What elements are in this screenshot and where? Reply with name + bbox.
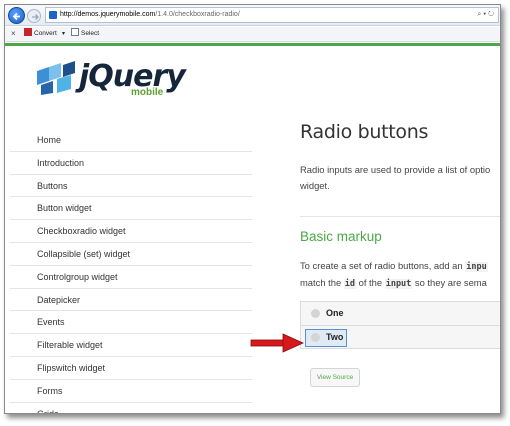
convert-button[interactable]: Convert	[24, 27, 57, 41]
sidebar-item-home[interactable]: Home	[10, 129, 252, 152]
header-accent-bar	[5, 43, 500, 46]
sidebar-item-buttons[interactable]: Buttons	[10, 175, 252, 198]
section-title-basic-markup: Basic markup	[300, 229, 382, 244]
url-host: http://demos.jquerymobile.com	[60, 11, 156, 18]
main-content: Radio buttons Radio inputs are used to p…	[300, 121, 500, 387]
close-toolbar-icon[interactable]: ×	[11, 27, 16, 41]
sidebar-item-grids[interactable]: Grids	[10, 403, 252, 413]
body-line-2-text-b: of the	[356, 277, 385, 288]
red-arrow-annotation-icon	[250, 333, 304, 353]
sidebar-item-button-widget[interactable]: Button widget	[10, 197, 252, 221]
convert-dropdown-icon[interactable]: ▾	[62, 27, 65, 41]
select-button[interactable]: Select	[71, 27, 99, 41]
jquery-mobile-logo[interactable]: jQuery mobile	[35, 59, 186, 99]
intro-paragraph: Radio inputs are used to provide a list …	[300, 162, 500, 194]
radio-option-one[interactable]: One	[301, 302, 500, 325]
select-icon	[71, 28, 79, 36]
site-favicon-icon	[49, 11, 57, 19]
body-line-2-text-a: match the	[300, 277, 344, 288]
url-path: /1.4.0/checkboxradio-radio/	[155, 11, 240, 18]
forward-button[interactable]	[27, 9, 41, 23]
sidebar-item-controlgroup-widget[interactable]: Controlgroup widget	[10, 266, 252, 289]
radio-label-two: Two	[326, 332, 344, 342]
radio-group: One Two	[300, 301, 500, 349]
select-label: Select	[81, 30, 100, 37]
body-line-1: To create a set of radio buttons, add an…	[300, 258, 500, 275]
code-input: input	[384, 279, 413, 289]
radio-label-one: One	[326, 308, 344, 318]
sidebar-nav: Home Introduction Buttons Button widget …	[10, 129, 252, 413]
url-input[interactable]: http://demos.jquerymobile.com/1.4.0/chec…	[45, 7, 499, 23]
sidebar-item-collapsible-widget[interactable]: Collapsible (set) widget	[10, 243, 252, 266]
radio-circle-icon	[311, 309, 320, 318]
sidebar-item-flipswitch-widget[interactable]: Flipswitch widget	[10, 357, 252, 380]
pdf-icon	[24, 28, 32, 36]
convert-label: Convert	[34, 30, 57, 37]
body-line-2-text-c: so they are sema	[412, 277, 487, 288]
basic-markup-paragraph: To create a set of radio buttons, add an…	[300, 258, 500, 292]
sidebar-item-checkboxradio-widget[interactable]: Checkboxradio widget	[10, 220, 252, 243]
radio-option-two[interactable]: Two	[301, 325, 500, 348]
back-arrow-icon	[12, 12, 20, 21]
code-input-tag: inpu	[465, 262, 488, 272]
forward-arrow-icon	[32, 14, 39, 20]
browser-address-bar: http://demos.jquerymobile.com/1.4.0/chec…	[5, 5, 500, 26]
sidebar-item-introduction[interactable]: Introduction	[10, 152, 252, 175]
sidebar-item-events[interactable]: Events	[10, 311, 252, 335]
intro-line-1: Radio inputs are used to provide a list …	[300, 164, 491, 175]
command-bar: × Convert ▾ Select	[5, 27, 500, 42]
body-line-1-text: To create a set of radio buttons, add an	[300, 260, 466, 271]
radio-circle-icon	[311, 333, 320, 342]
body-line-2: match the id of the input so they are se…	[300, 275, 500, 292]
search-refresh-icon[interactable]: ⌕ ▾ ↻	[477, 8, 494, 22]
code-id: id	[343, 279, 357, 289]
sidebar-item-forms[interactable]: Forms	[10, 380, 252, 403]
view-source-button[interactable]: View Source	[310, 368, 360, 387]
intro-line-2: widget.	[300, 180, 330, 191]
sidebar-item-filterable-widget[interactable]: Filterable widget	[10, 334, 252, 357]
back-button[interactable]	[8, 7, 25, 24]
logo-cubes-icon	[37, 61, 75, 95]
page-title: Radio buttons	[300, 121, 429, 143]
screenshot-frame: http://demos.jquerymobile.com/1.4.0/chec…	[4, 4, 501, 414]
section-divider	[300, 216, 500, 217]
logo-subtitle: mobile	[131, 87, 164, 98]
sidebar-item-datepicker[interactable]: Datepicker	[10, 289, 252, 312]
